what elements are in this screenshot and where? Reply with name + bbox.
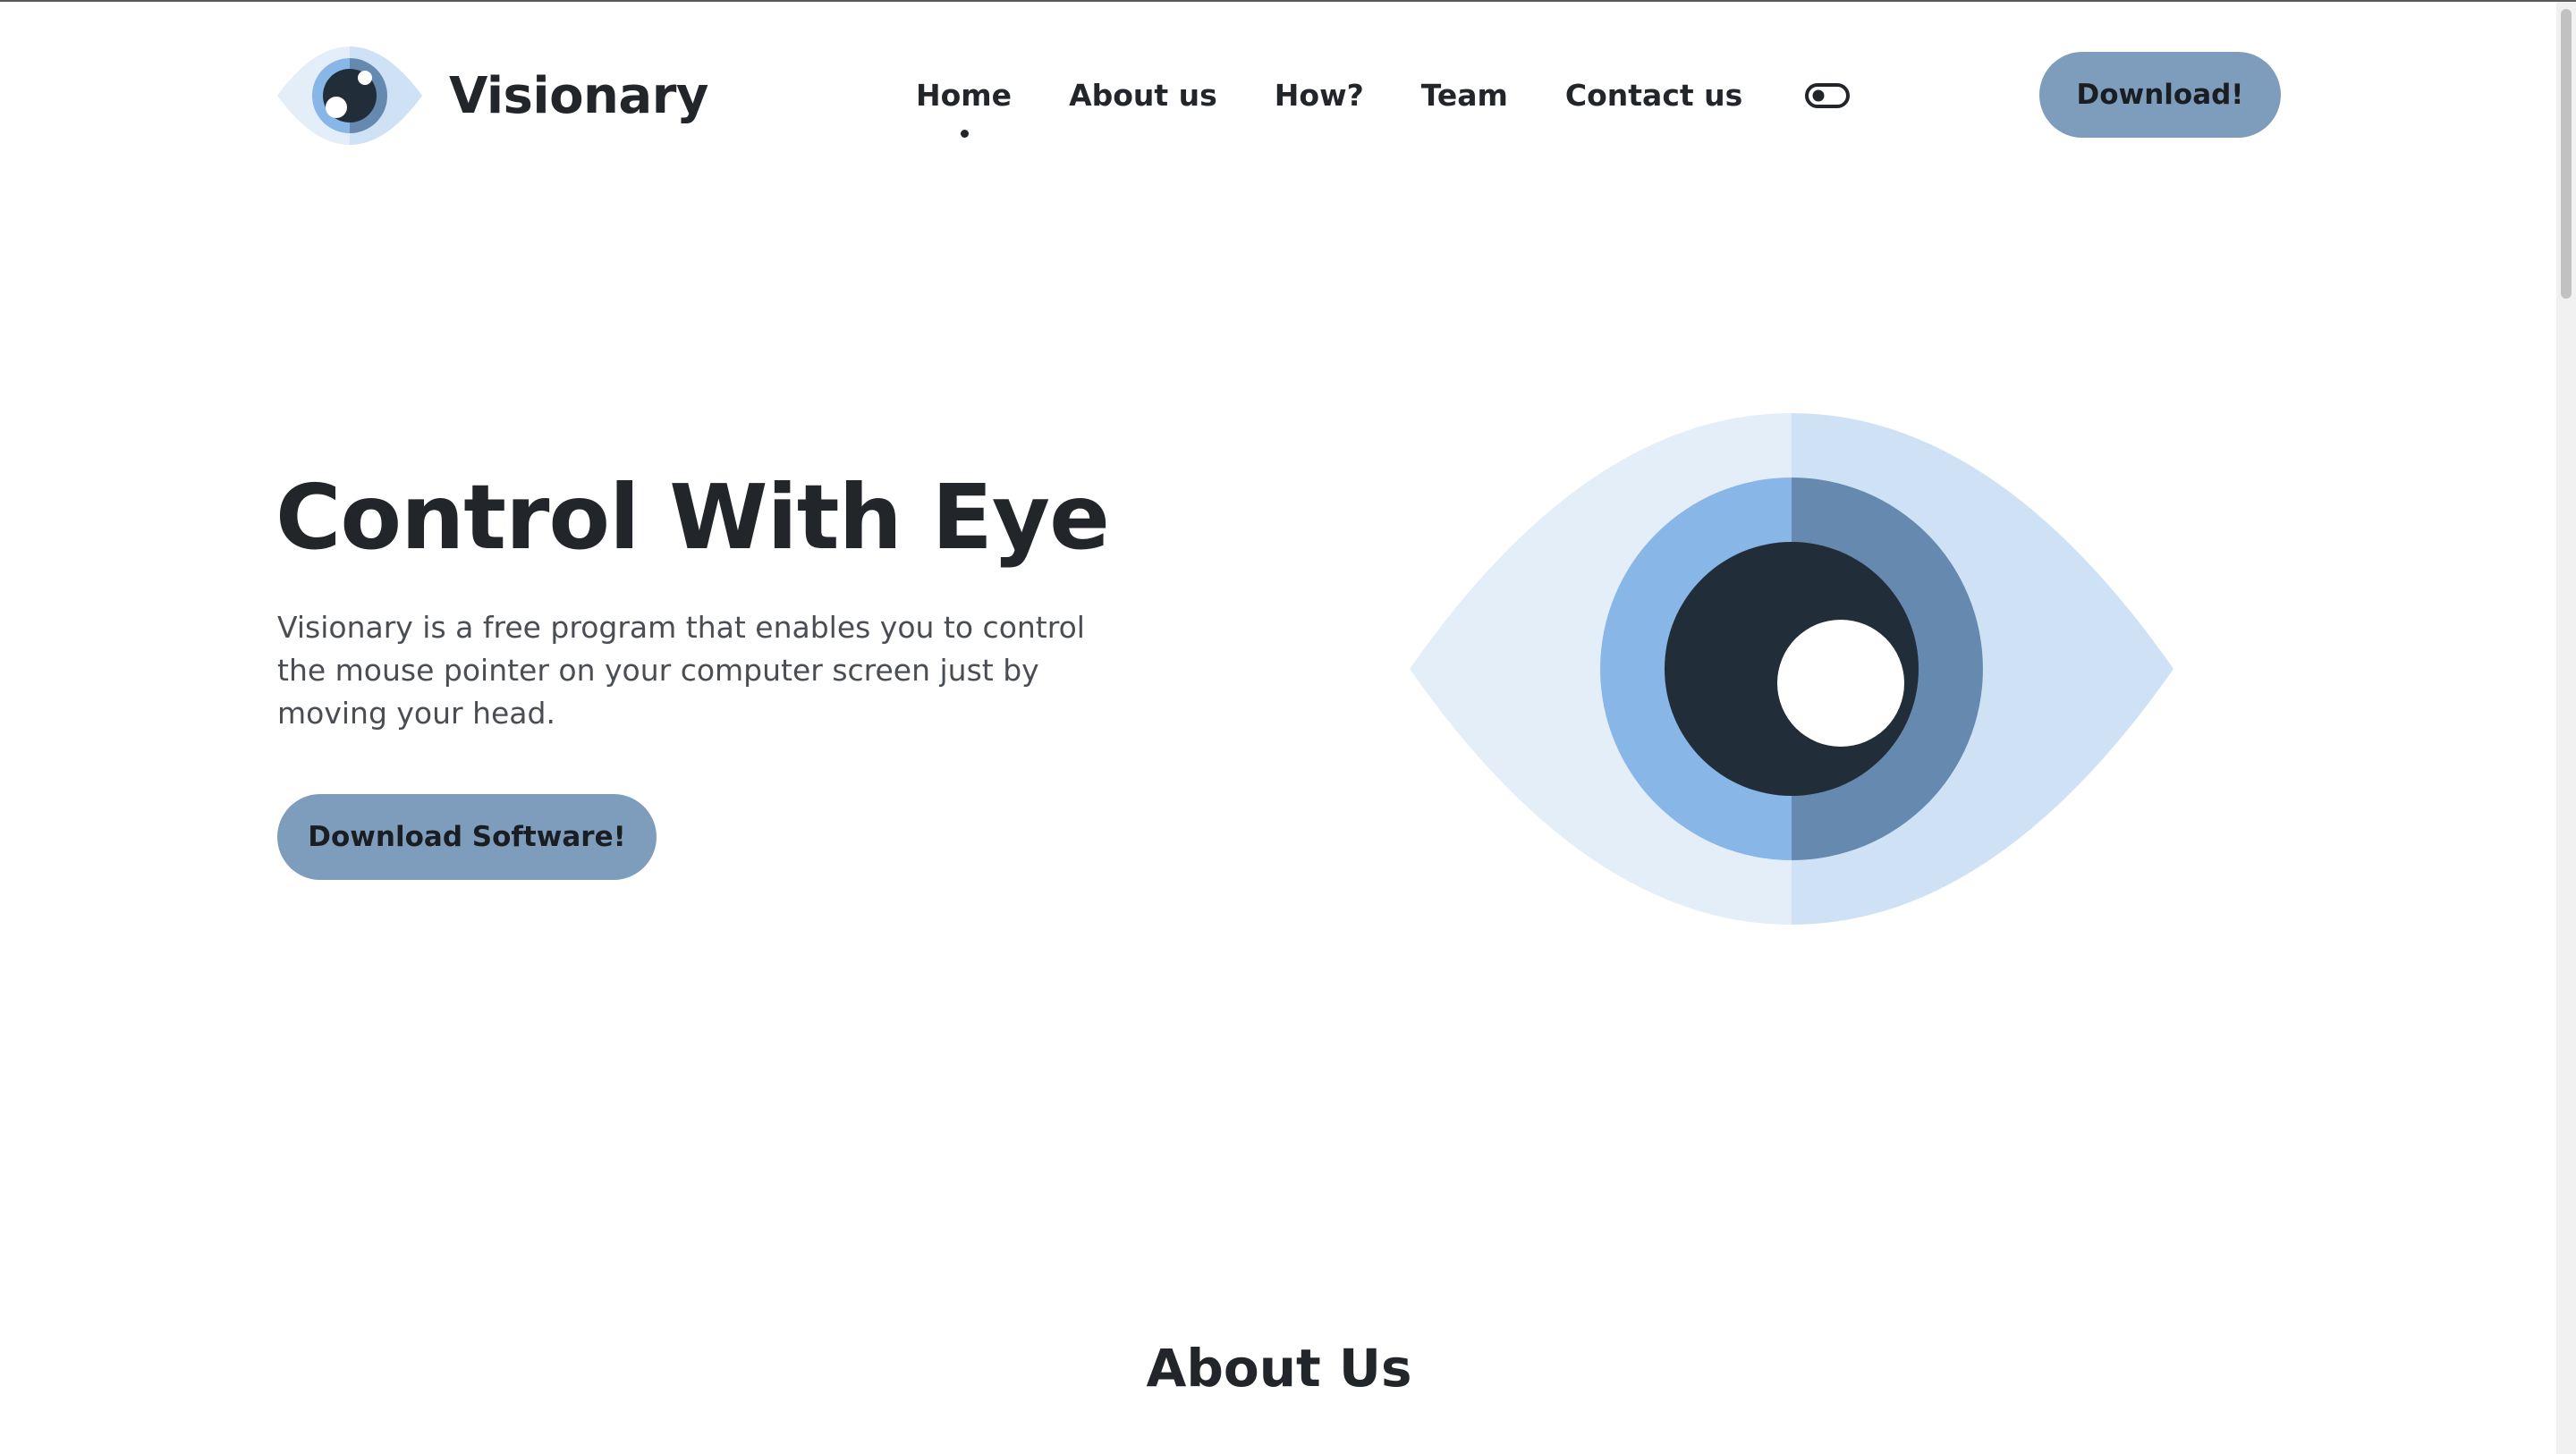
page-scrollbar[interactable]	[2556, 2, 2576, 1454]
main-nav: Home About us How? Team Contact us	[916, 70, 1851, 138]
nav-item-home[interactable]: Home	[916, 70, 1012, 138]
eye-illustration-icon	[1410, 413, 2174, 925]
eye-logo-icon	[277, 46, 422, 145]
download-software-button[interactable]: Download Software!	[277, 794, 657, 880]
toggle-switch-icon[interactable]	[1805, 82, 1851, 109]
scrollbar-thumb[interactable]	[2561, 9, 2572, 299]
about-title: About Us	[1146, 1338, 1412, 1399]
hero-title: Control With Eye	[275, 465, 1110, 570]
nav-item-team[interactable]: Team	[1421, 70, 1508, 122]
brand-name: Visionary	[449, 66, 708, 125]
nav-item-contact-us[interactable]: Contact us	[1565, 70, 1742, 122]
page: Visionary Home About us How? Team Contac…	[0, 0, 2576, 1454]
nav-item-how[interactable]: How?	[1275, 70, 1364, 122]
hero-description: Visionary is a free program that enables…	[277, 610, 1085, 731]
brand-logo[interactable]: Visionary	[277, 46, 708, 145]
header-download-button[interactable]: Download!	[2039, 52, 2281, 138]
nav-item-about-us[interactable]: About us	[1069, 70, 1217, 122]
